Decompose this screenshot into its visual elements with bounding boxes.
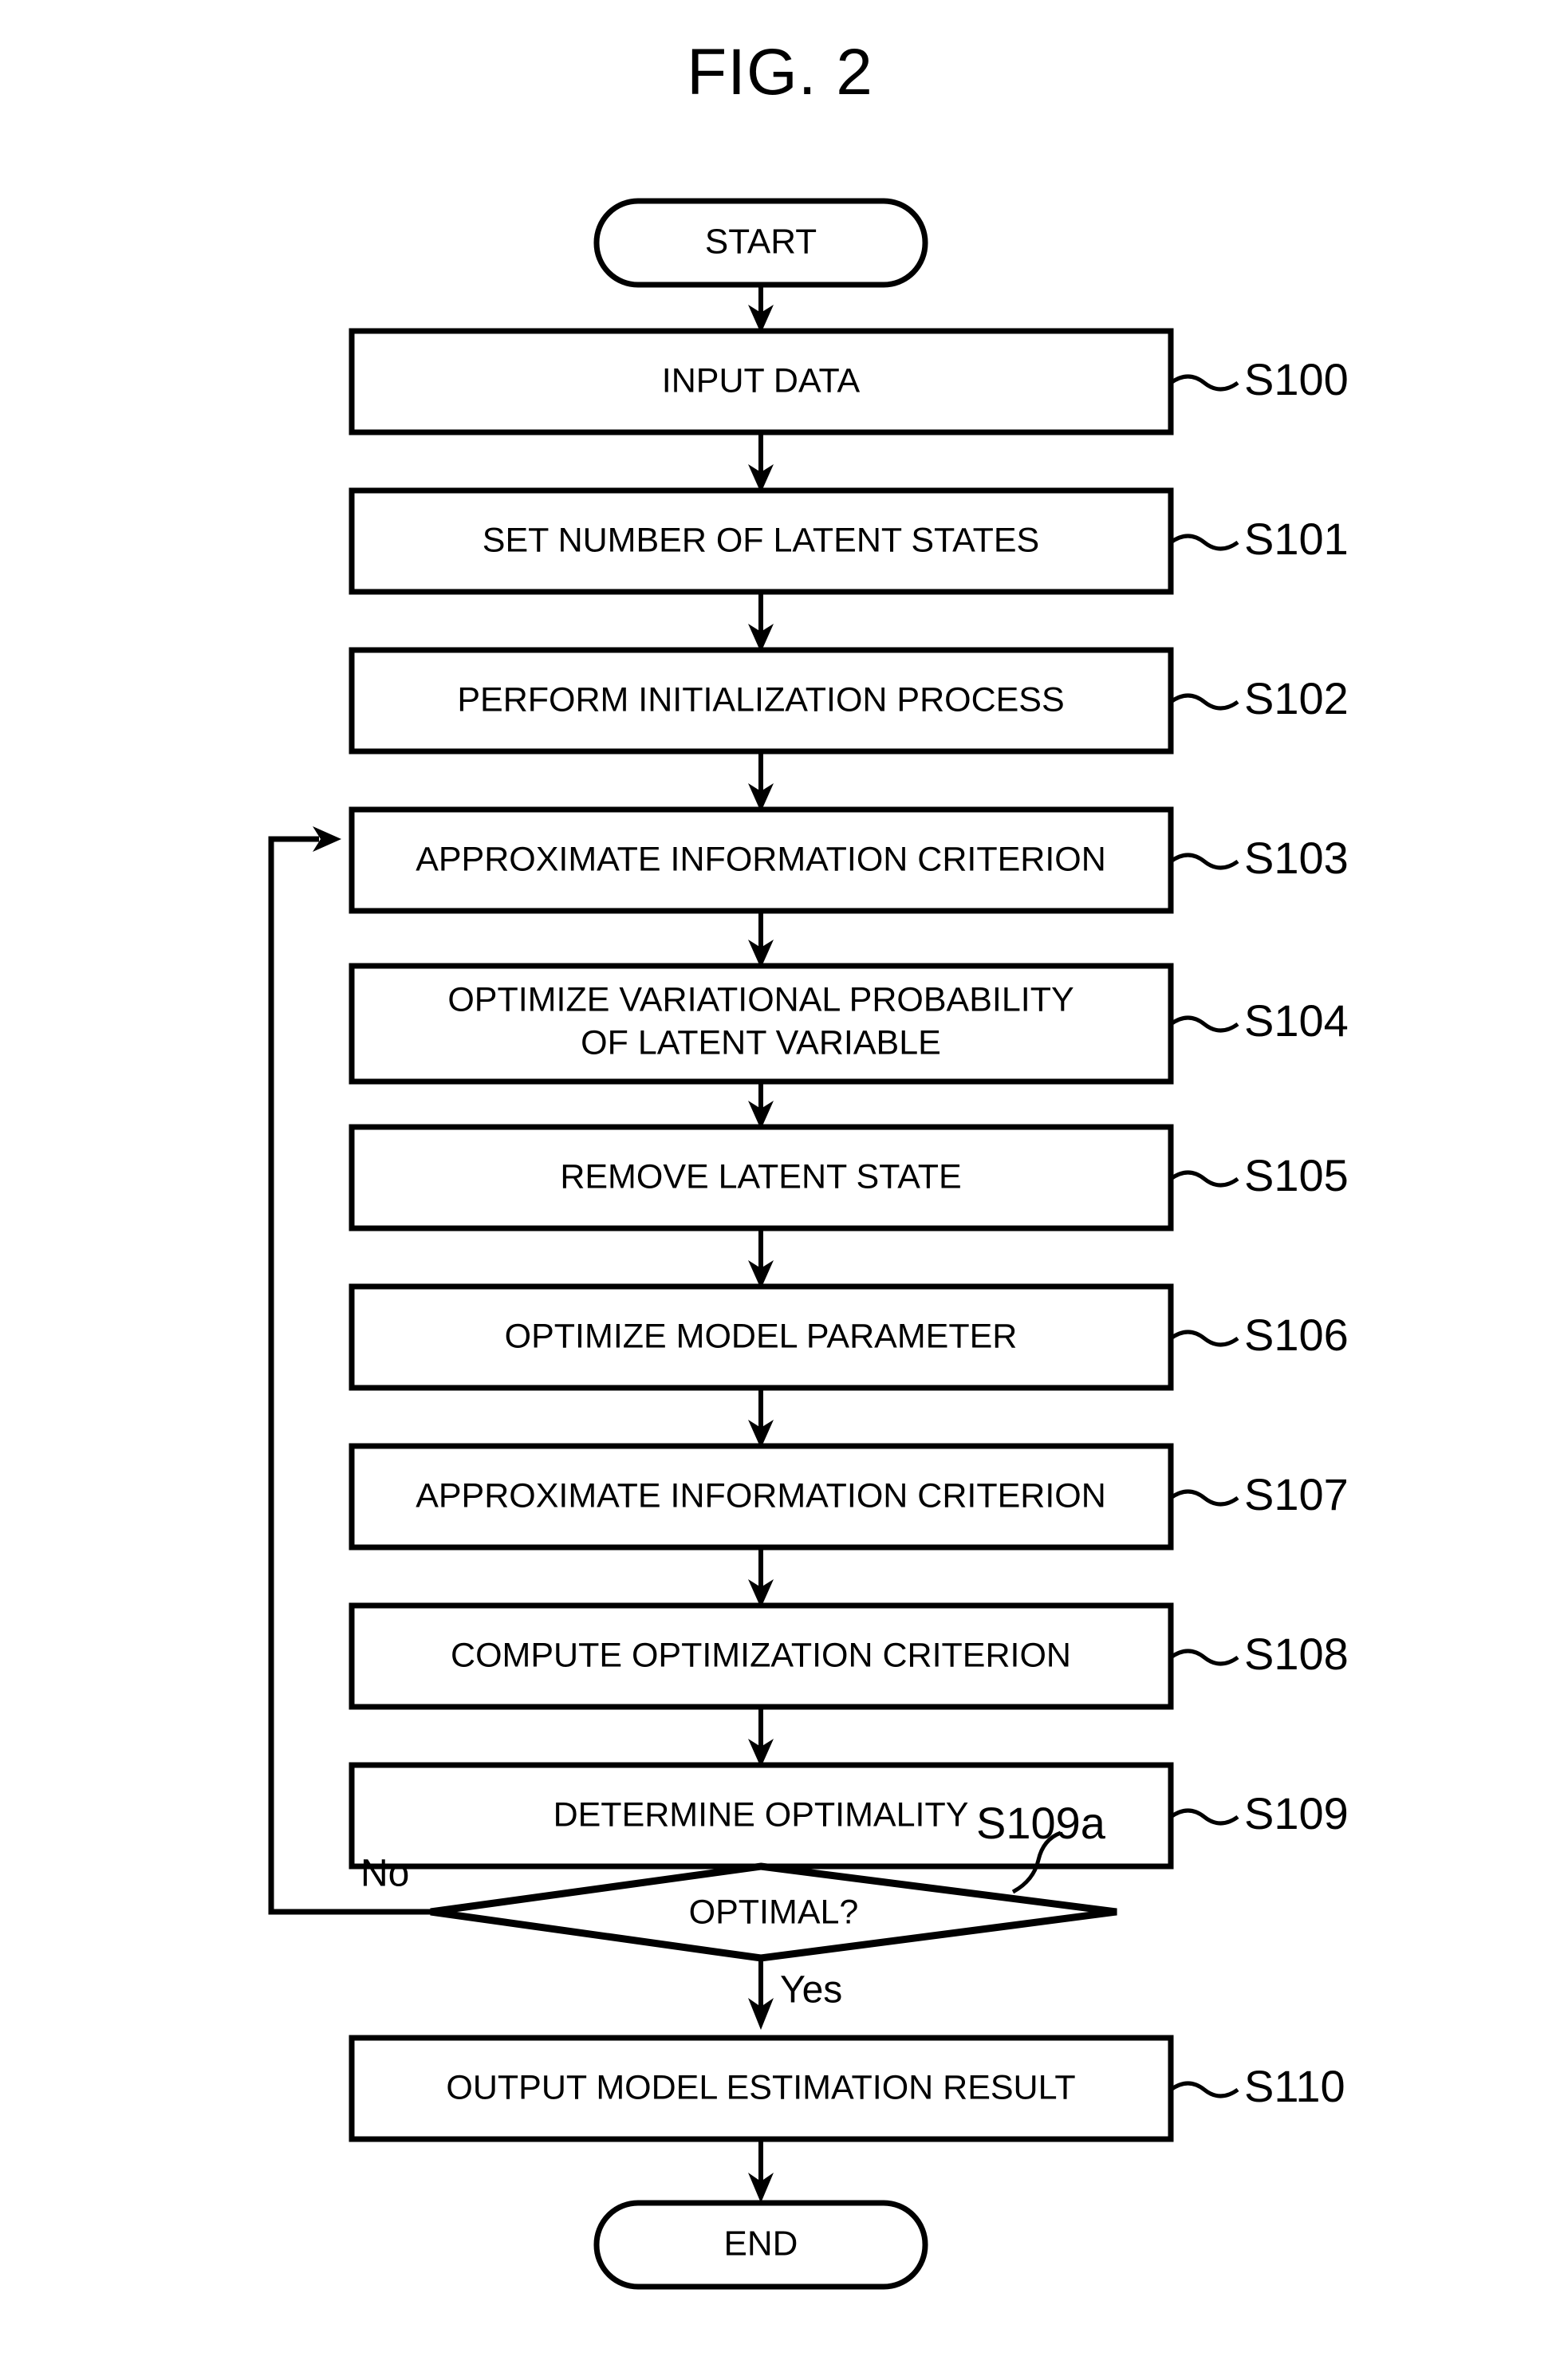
step-ref-s103: S103 (1169, 833, 1349, 883)
node-end[interactable]: END (593, 2200, 928, 2290)
node-s100[interactable]: INPUT DATA (349, 328, 1174, 435)
step-ref-s105: S105 (1169, 1150, 1349, 1200)
step-ref-s106: S106 (1169, 1310, 1349, 1360)
step-ref-s109a-label: S109a (976, 1798, 1106, 1848)
step-ref-s102-label: S102 (1244, 673, 1349, 723)
step-ref-s102: S102 (1169, 673, 1349, 723)
node-s101-label: SET NUMBER OF LATENT STATES (483, 521, 1039, 559)
node-s110-label: OUTPUT MODEL ESTIMATION RESULT (446, 2068, 1075, 2106)
node-s108[interactable]: COMPUTE OPTIMIZATION CRITERION (349, 1602, 1174, 1710)
node-s108-label: COMPUTE OPTIMIZATION CRITERION (451, 1636, 1071, 1674)
node-s109-label: DETERMINE OPTIMALITY (553, 1795, 969, 1834)
step-ref-s101-label: S101 (1244, 514, 1349, 564)
edge-s110-to-end (748, 2139, 774, 2203)
node-decision-optimal[interactable]: OPTIMAL? (430, 1862, 1117, 1962)
step-ref-s107-label: S107 (1244, 1469, 1349, 1519)
edge-s108-to-s109 (748, 1707, 774, 1767)
edge-s105-to-s106 (748, 1228, 774, 1289)
step-ref-s109: S109 (1169, 1788, 1349, 1838)
node-s104-label-line1: OPTIMIZE VARIATIONAL PROBABILITY (447, 980, 1073, 1019)
edge-s100-to-s101 (748, 432, 774, 493)
step-ref-s103-label: S103 (1244, 833, 1349, 883)
edge-s104-to-s105 (748, 1082, 774, 1129)
step-ref-s109a: S109a (976, 1798, 1106, 1894)
figure-page: FIG. 2 START INPUT DATA S100 SET NUMBER … (0, 0, 1560, 2380)
step-ref-s110: S110 (1169, 2061, 1345, 2111)
node-s106-label: OPTIMIZE MODEL PARAMETER (505, 1317, 1018, 1355)
edge-s101-to-s102 (748, 592, 774, 652)
node-s104-label-line2: OF LATENT VARIABLE (581, 1023, 941, 1062)
step-ref-s100: S100 (1169, 354, 1349, 404)
node-start[interactable]: START (593, 198, 928, 288)
node-decision-optimal-label: OPTIMAL? (689, 1893, 859, 1931)
edge-s103-to-s104 (748, 911, 774, 968)
node-s104[interactable]: OPTIMIZE VARIATIONAL PROBABILITY OF LATE… (349, 963, 1174, 1085)
edge-s102-to-s103 (748, 751, 774, 812)
step-ref-s109-label: S109 (1244, 1788, 1349, 1838)
node-end-label: END (724, 2224, 798, 2264)
step-ref-s105-label: S105 (1244, 1150, 1349, 1200)
step-ref-s110-label: S110 (1244, 2061, 1345, 2111)
node-s103-label: APPROXIMATE INFORMATION CRITERION (416, 840, 1106, 878)
step-ref-s108-label: S108 (1244, 1629, 1349, 1679)
step-ref-s104: S104 (1169, 995, 1349, 1046)
node-s107-label: APPROXIMATE INFORMATION CRITERION (416, 1476, 1106, 1515)
branch-label-no: No (360, 1853, 409, 1895)
node-s103[interactable]: APPROXIMATE INFORMATION CRITERION (349, 806, 1174, 914)
step-ref-s106-label: S106 (1244, 1310, 1349, 1360)
node-start-label: START (705, 223, 817, 262)
step-ref-s107: S107 (1169, 1469, 1349, 1519)
edge-s107-to-s108 (748, 1547, 774, 1608)
step-ref-s101: S101 (1169, 514, 1349, 564)
branch-label-yes: Yes (780, 1969, 842, 2012)
step-ref-s100-label: S100 (1244, 354, 1349, 404)
edge-decision-yes-to-s110 (748, 1958, 774, 2030)
edge-start-to-s100 (748, 285, 774, 333)
node-s105-label: REMOVE LATENT STATE (560, 1157, 961, 1196)
node-s101[interactable]: SET NUMBER OF LATENT STATES (349, 487, 1174, 595)
node-s106[interactable]: OPTIMIZE MODEL PARAMETER (349, 1283, 1174, 1391)
flowchart-canvas: START INPUT DATA S100 SET NUMBER OF LATE… (268, 198, 1349, 2290)
node-s102-label: PERFORM INITIALIZATION PROCESS (457, 680, 1064, 719)
node-s105[interactable]: REMOVE LATENT STATE (349, 1124, 1174, 1231)
edge-s106-to-s107 (748, 1388, 774, 1448)
node-s110[interactable]: OUTPUT MODEL ESTIMATION RESULT (349, 2035, 1174, 2142)
node-s100-label: INPUT DATA (662, 361, 861, 400)
step-ref-s108: S108 (1169, 1629, 1349, 1679)
step-ref-s104-label: S104 (1244, 995, 1349, 1046)
node-s102[interactable]: PERFORM INITIALIZATION PROCESS (349, 647, 1174, 755)
node-s107[interactable]: APPROXIMATE INFORMATION CRITERION (349, 1443, 1174, 1551)
